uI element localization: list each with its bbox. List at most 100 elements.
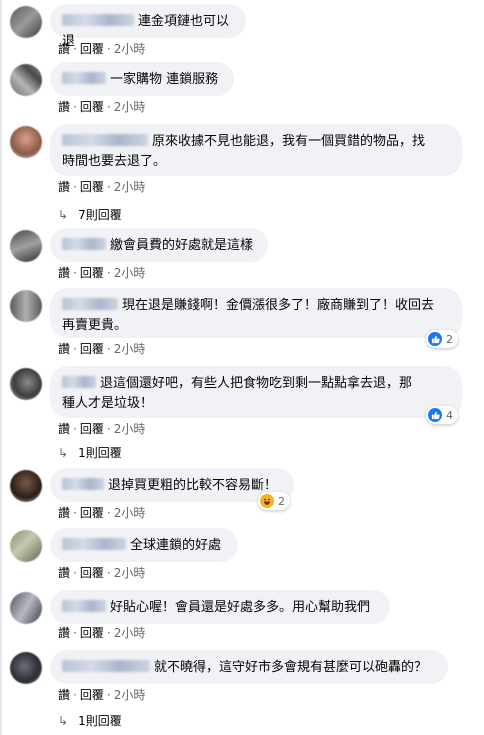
commenter-name[interactable] (62, 376, 96, 388)
avatar[interactable] (10, 64, 42, 96)
view-replies-link[interactable]: ↳ 1則回覆 (58, 444, 122, 461)
comment-bubble: 就不曉得，這守好市多會規有甚麼可以砲轟的？ (50, 650, 448, 684)
reply-arrow-icon: ↳ (58, 445, 69, 460)
comment-bubble: 退掉買更粗的比較不容易斷！ (50, 468, 294, 502)
view-replies-link[interactable]: ↳ 1則回覆 (58, 712, 122, 729)
commenter-name[interactable] (62, 134, 148, 146)
commenter-name[interactable] (62, 600, 106, 612)
timestamp[interactable]: 2小時 (114, 342, 146, 356)
reaction-summary[interactable]: 4 (426, 406, 458, 424)
reaction-count: 2 (446, 332, 453, 346)
comment-text: 退掉買更粗的比較不容易斷！ (108, 478, 278, 493)
reply-arrow-icon: ↳ (58, 207, 69, 222)
like-link[interactable]: 讚 (58, 180, 70, 194)
reply-link[interactable]: 回覆 (80, 180, 104, 194)
like-link[interactable]: 讚 (58, 688, 70, 702)
timestamp[interactable]: 2小時 (114, 422, 146, 436)
reaction-count: 4 (446, 408, 453, 422)
timestamp[interactable]: 2小時 (114, 180, 146, 194)
comment-bubble: 原來收據不見也能退，我有一個買錯的物品，找 時間也要去退了。 (50, 124, 462, 176)
commenter-name[interactable] (62, 660, 150, 672)
comment-thread: 連金項鏈也可以退 讚 · 回覆 · 2小時 一家購物 連鎖服務 讚 · 回覆 · 2小時 原來收… (0, 0, 484, 735)
comment-bubble: 連金項鏈也可以退 (50, 4, 246, 49)
reply-link[interactable]: 回覆 (80, 422, 104, 436)
comment-actions: 讚 · 回覆 · 2小時 (58, 180, 146, 194)
comment-bubble: 現在退是賺錢啊！金價漲很多了！廠商賺到了！收回去 再賣更貴。 (50, 288, 462, 338)
comment-actions: 讚 · 回覆 · 2小時 (58, 100, 146, 114)
reaction-summary[interactable]: 2 (426, 330, 458, 348)
comment-text-line2: 時間也要去退了。 (62, 154, 167, 169)
commenter-name[interactable] (62, 478, 104, 490)
comment-bubble: 好貼心喔！會員還是好處多多。用心幫助我們 (50, 590, 390, 624)
comment-text-line1: 退這個還好吧，有些人把食物吃到剩一點點拿去退，那 (100, 376, 413, 391)
haha-icon (260, 494, 274, 508)
commenter-name[interactable] (62, 538, 126, 550)
comment-text: 就不曉得，這守好市多會規有甚麼可以砲轟的？ (154, 660, 428, 675)
comment-text: 全球連鎖的好處 (130, 538, 222, 553)
reply-link[interactable]: 回覆 (80, 688, 104, 702)
comment-actions: 讚 · 回覆 · 2小時 (58, 688, 146, 702)
avatar[interactable] (10, 592, 42, 624)
comment-text-line2: 再賣更貴。 (62, 318, 128, 333)
replies-count[interactable]: 1則回覆 (78, 444, 122, 461)
reply-link[interactable]: 回覆 (80, 42, 104, 56)
like-link[interactable]: 讚 (58, 42, 70, 56)
like-link[interactable]: 讚 (58, 422, 70, 436)
timestamp[interactable]: 2小時 (114, 100, 146, 114)
reply-link[interactable]: 回覆 (80, 100, 104, 114)
comment-bubble: 一家購物 連鎖服務 (50, 62, 234, 96)
like-icon (428, 332, 442, 346)
avatar[interactable] (10, 470, 42, 502)
replies-count[interactable]: 1則回覆 (78, 712, 122, 729)
comment-text: 一家購物 連鎖服務 (110, 72, 219, 87)
comment-text-line2: 種人才是垃圾！ (62, 396, 154, 411)
commenter-name[interactable] (62, 238, 106, 250)
reply-link[interactable]: 回覆 (80, 506, 104, 520)
reaction-summary[interactable]: 2 (258, 492, 290, 510)
reply-link[interactable]: 回覆 (80, 566, 104, 580)
comment-bubble: 退這個還好吧，有些人把食物吃到剩一點點拿去退，那 種人才是垃圾！ (50, 366, 462, 418)
like-link[interactable]: 讚 (58, 100, 70, 114)
comment-actions: 讚 · 回覆 · 2小時 (58, 266, 146, 280)
timestamp[interactable]: 2小時 (114, 266, 146, 280)
reaction-count: 2 (278, 494, 285, 508)
comment-actions: 讚 · 回覆 · 2小時 (58, 626, 146, 640)
reply-link[interactable]: 回覆 (80, 266, 104, 280)
timestamp[interactable]: 2小時 (114, 688, 146, 702)
comment-text: 好貼心喔！會員還是好處多多。用心幫助我們 (110, 600, 371, 615)
like-link[interactable]: 讚 (58, 342, 70, 356)
comment-actions: 讚 · 回覆 · 2小時 (58, 342, 146, 356)
like-link[interactable]: 讚 (58, 626, 70, 640)
comment-text-line1: 原來收據不見也能退，我有一個買錯的物品，找 (152, 134, 426, 149)
avatar[interactable] (10, 6, 42, 38)
like-link[interactable]: 讚 (58, 506, 70, 520)
like-link[interactable]: 讚 (58, 266, 70, 280)
comment-actions: 讚 · 回覆 · 2小時 (58, 566, 146, 580)
replies-count[interactable]: 7則回覆 (78, 206, 122, 223)
comment-text: 繳會員費的好處就是這樣 (110, 238, 254, 253)
timestamp[interactable]: 2小時 (114, 506, 146, 520)
avatar[interactable] (10, 530, 42, 562)
timestamp[interactable]: 2小時 (114, 566, 146, 580)
reply-link[interactable]: 回覆 (80, 342, 104, 356)
comment-text-line1: 現在退是賺錢啊！金價漲很多了！廠商賺到了！收回去 (122, 298, 435, 313)
avatar[interactable] (10, 230, 42, 262)
timestamp[interactable]: 2小時 (114, 626, 146, 640)
reply-link[interactable]: 回覆 (80, 626, 104, 640)
like-icon (428, 408, 442, 422)
commenter-name[interactable] (62, 14, 134, 26)
comment-bubble: 全球連鎖的好處 (50, 528, 238, 562)
reply-arrow-icon: ↳ (58, 713, 69, 728)
comment-actions: 讚 · 回覆 · 2小時 (58, 506, 146, 520)
timestamp[interactable]: 2小時 (114, 42, 146, 56)
avatar[interactable] (10, 290, 42, 322)
avatar[interactable] (10, 652, 42, 684)
avatar[interactable] (10, 368, 42, 400)
view-replies-link[interactable]: ↳ 7則回覆 (58, 206, 122, 223)
avatar[interactable] (10, 126, 42, 158)
comment-actions: 讚 · 回覆 · 2小時 (58, 42, 146, 56)
comment-bubble: 繳會員費的好處就是這樣 (50, 228, 268, 262)
commenter-name[interactable] (62, 298, 118, 310)
commenter-name[interactable] (62, 72, 106, 84)
like-link[interactable]: 讚 (58, 566, 70, 580)
